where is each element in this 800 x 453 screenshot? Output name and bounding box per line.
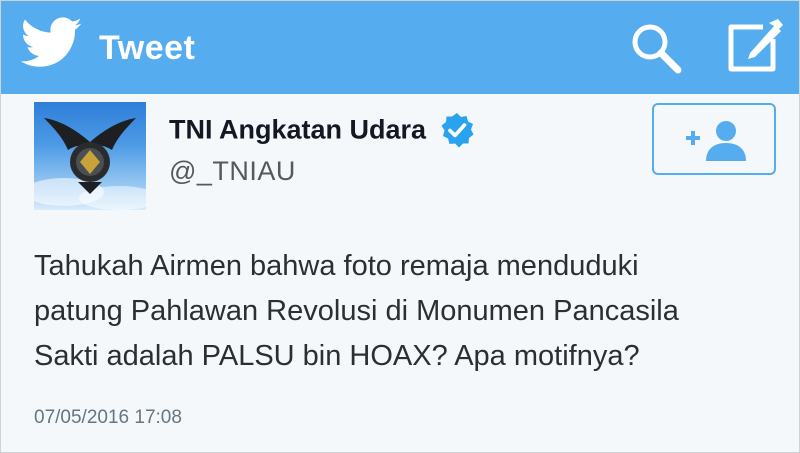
tweet-text-line: Sakti adalah PALSU bin HOAX? Apa motifny… — [34, 340, 640, 372]
name-row: TNI Angkatan Udara — [169, 112, 475, 148]
tweet-text-line: patung Pahlawan Revolusi di Monumen Panc… — [34, 295, 679, 327]
follow-user-icon — [686, 121, 746, 161]
avatar[interactable] — [34, 102, 146, 210]
verified-badge-icon — [441, 113, 473, 148]
twitter-bird-icon[interactable] — [21, 17, 83, 69]
search-icon[interactable] — [627, 19, 685, 77]
tweet-text-line: Tahukah Airmen bahwa foto remaja mendudu… — [34, 250, 639, 282]
tweet-screen: Tweet TNI Angkatan Udara @_TNIAU Tahukah… — [0, 0, 800, 453]
tweet-card: TNI Angkatan Udara @_TNIAU Tahukah Airme… — [1, 94, 799, 452]
top-bar: Tweet — [1, 1, 799, 94]
user-handle[interactable]: @_TNIAU — [169, 156, 296, 187]
compose-icon[interactable] — [723, 17, 785, 77]
follow-button[interactable] — [652, 103, 776, 175]
tweet-timestamp: 07/05/2016 17:08 — [34, 407, 182, 428]
tweet-text: Tahukah Airmen bahwa foto remaja mendudu… — [34, 244, 784, 379]
screen-title: Tweet — [99, 29, 196, 67]
display-name[interactable]: TNI Angkatan Udara — [169, 115, 426, 145]
